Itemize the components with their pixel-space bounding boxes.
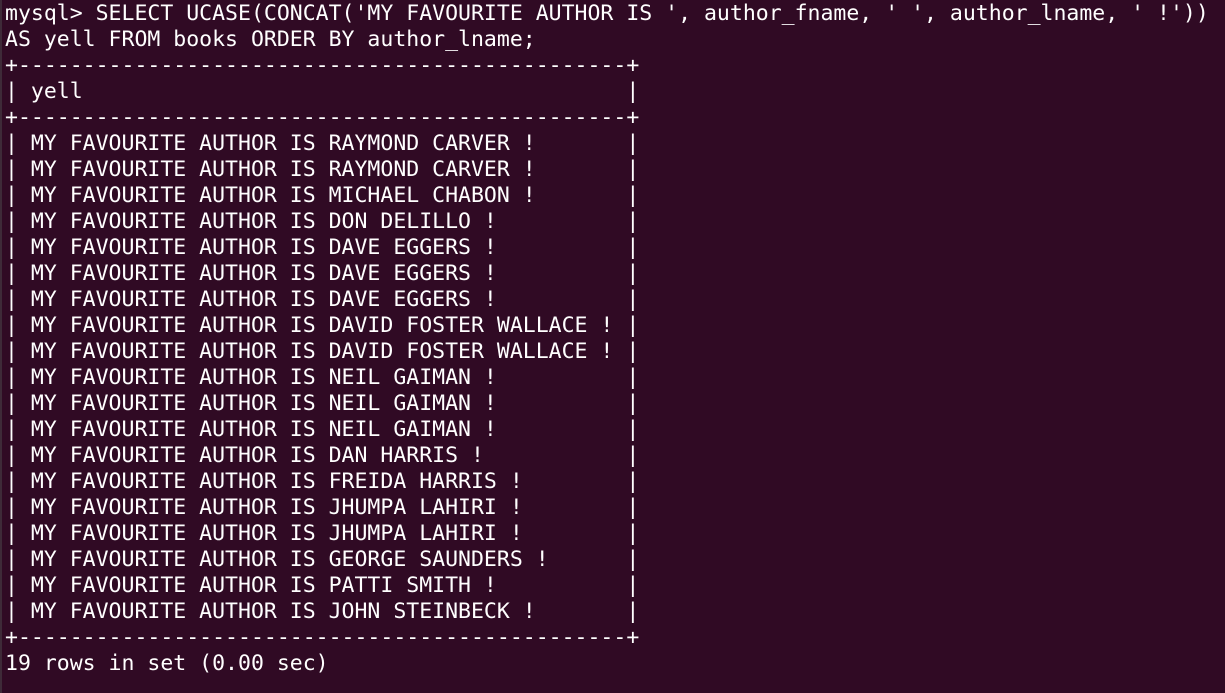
table-row: | MY FAVOURITE AUTHOR IS FREIDA HARRIS !… xyxy=(5,469,640,494)
table-body: | MY FAVOURITE AUTHOR IS RAYMOND CARVER … xyxy=(5,131,1225,625)
table-row: | MY FAVOURITE AUTHOR IS DAVE EGGERS ! | xyxy=(5,235,640,260)
mysql-prompt: mysql> xyxy=(5,1,96,26)
table-row: | MY FAVOURITE AUTHOR IS DAVID FOSTER WA… xyxy=(5,313,640,338)
result-summary: 19 rows in set (0.00 sec) xyxy=(5,651,329,676)
table-row: | MY FAVOURITE AUTHOR IS DAVE EGGERS ! | xyxy=(5,261,640,286)
table-row: | MY FAVOURITE AUTHOR IS JHUMPA LAHIRI !… xyxy=(5,521,640,546)
table-border-header: +---------------------------------------… xyxy=(5,105,640,130)
command-text-1: SELECT UCASE(CONCAT('MY FAVOURITE AUTHOR… xyxy=(95,1,1209,26)
table-row: | MY FAVOURITE AUTHOR IS NEIL GAIMAN ! | xyxy=(5,365,640,390)
table-row: | MY FAVOURITE AUTHOR IS MICHAEL CHABON … xyxy=(5,183,640,208)
terminal-window[interactable]: mysql> SELECT UCASE(CONCAT('MY FAVOURITE… xyxy=(0,0,1225,693)
table-header: | yell | xyxy=(5,79,640,104)
table-row: | MY FAVOURITE AUTHOR IS RAYMOND CARVER … xyxy=(5,157,640,182)
table-row: | MY FAVOURITE AUTHOR IS JOHN STEINBECK … xyxy=(5,599,640,624)
table-row: | MY FAVOURITE AUTHOR IS NEIL GAIMAN ! | xyxy=(5,391,640,416)
window-edge xyxy=(0,0,2,693)
table-row: | MY FAVOURITE AUTHOR IS NEIL GAIMAN ! | xyxy=(5,417,640,442)
table-row: | MY FAVOURITE AUTHOR IS DAVE EGGERS ! | xyxy=(5,287,640,312)
table-border-bottom: +---------------------------------------… xyxy=(5,625,640,650)
table-row: | MY FAVOURITE AUTHOR IS PATTI SMITH ! | xyxy=(5,573,640,598)
table-row: | MY FAVOURITE AUTHOR IS JHUMPA LAHIRI !… xyxy=(5,495,640,520)
table-row: | MY FAVOURITE AUTHOR IS DAN HARRIS ! | xyxy=(5,443,640,468)
table-row: | MY FAVOURITE AUTHOR IS GEORGE SAUNDERS… xyxy=(5,547,640,572)
table-row: | MY FAVOURITE AUTHOR IS DAVID FOSTER WA… xyxy=(5,339,640,364)
table-row: | MY FAVOURITE AUTHOR IS DON DELILLO ! | xyxy=(5,209,640,234)
command-line-1: mysql> SELECT UCASE(CONCAT('MY FAVOURITE… xyxy=(5,1,1225,27)
table-row: | MY FAVOURITE AUTHOR IS RAYMOND CARVER … xyxy=(5,131,640,156)
table-border-top: +---------------------------------------… xyxy=(5,53,640,78)
command-line-2: AS yell FROM books ORDER BY author_lname… xyxy=(5,27,536,52)
